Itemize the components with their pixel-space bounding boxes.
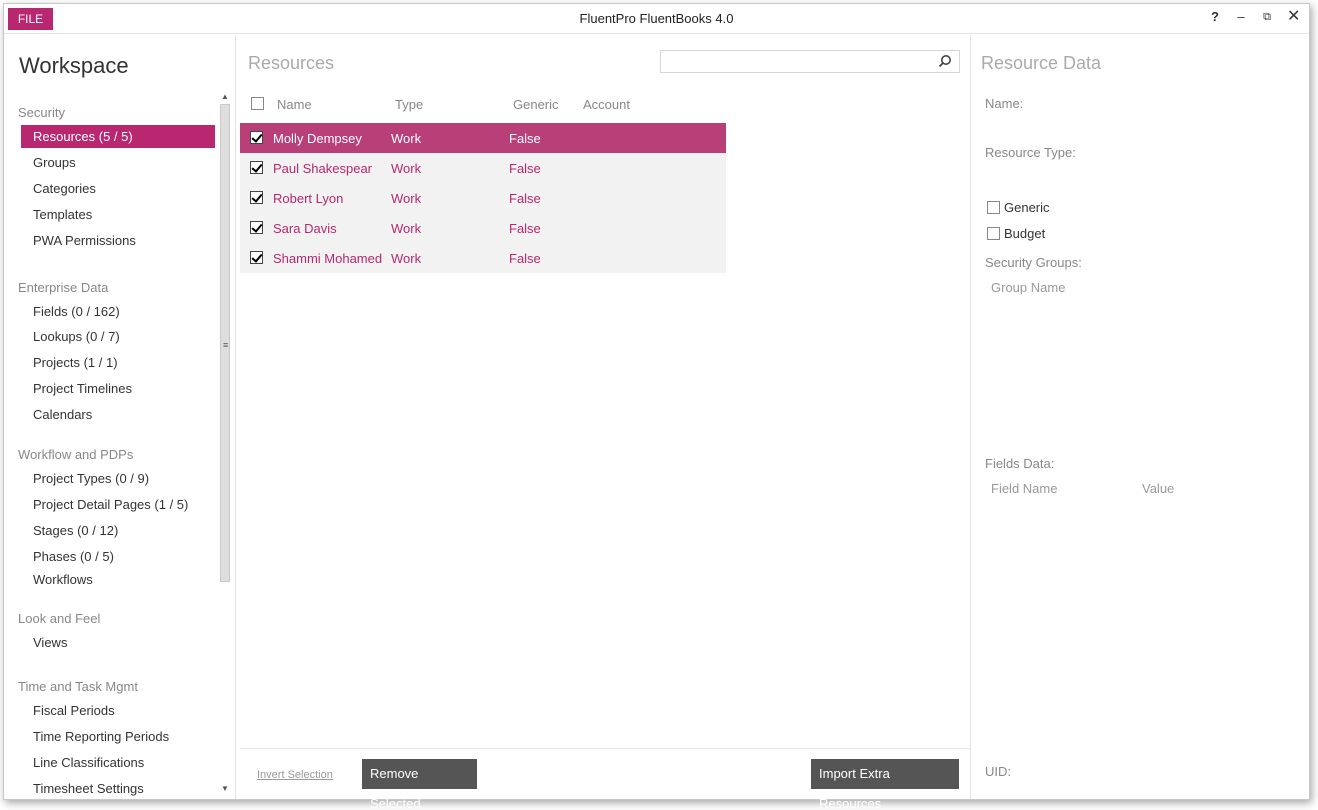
section-heading-look-and-feel: Look and Feel (18, 611, 101, 626)
grid-header: Name Type Generic Account (237, 93, 970, 115)
sidebar-item-groups[interactable]: Groups (21, 151, 215, 174)
field-name-column[interactable]: Field Name (991, 481, 1057, 496)
row-checkbox[interactable] (250, 251, 263, 264)
resources-panel: Resources Name Type Generic Account Moll… (237, 35, 970, 810)
table-row[interactable]: Molly Dempsey Work False (240, 123, 726, 153)
cell-type: Work (391, 191, 422, 206)
cell-generic: False (509, 251, 541, 266)
row-checkbox[interactable] (250, 191, 263, 204)
cell-type: Work (391, 161, 422, 176)
cell-name: Robert Lyon (273, 191, 344, 206)
resource-type-label: Resource Type: (985, 145, 1076, 160)
section-heading-workflow: Workflow and PDPs (18, 447, 134, 462)
sidebar-item-fiscal-periods[interactable]: Fiscal Periods (21, 699, 215, 722)
sidebar-item-project-detail-pages[interactable]: Project Detail Pages (1 / 5) (21, 493, 215, 516)
cell-type: Work (391, 221, 422, 236)
budget-label: Budget (1004, 226, 1046, 241)
close-icon[interactable]: ✕ (1287, 9, 1300, 25)
scroll-down-arrow-icon[interactable]: ▼ (221, 784, 229, 793)
row-checkbox[interactable] (250, 131, 263, 144)
resources-title: Resources (248, 53, 335, 73)
scroll-thumb[interactable]: ≡ (220, 104, 230, 582)
select-all-checkbox[interactable] (251, 97, 264, 110)
sidebar-scrollbar[interactable]: ▲ ≡ ▼ (218, 90, 232, 800)
sidebar-item-time-reporting-periods[interactable]: Time Reporting Periods (21, 725, 215, 748)
sidebar-item-resources[interactable]: Resources (5 / 5) (21, 125, 215, 148)
cell-generic: False (509, 191, 541, 206)
sidebar-item-phases[interactable]: Phases (0 / 5) (21, 545, 215, 568)
sidebar-item-project-types[interactable]: Project Types (0 / 9) (21, 467, 215, 490)
minimize-icon[interactable]: – (1235, 10, 1247, 24)
fields-data-label: Fields Data: (985, 456, 1055, 471)
help-icon[interactable]: ? (1209, 10, 1221, 24)
name-label: Name: (985, 96, 1024, 111)
resource-data-panel: Resource Data Name: Resource Type: Gener… (970, 35, 1309, 799)
budget-checkbox[interactable] (987, 227, 1000, 240)
cell-name: Shammi Mohamed (273, 251, 383, 266)
column-type[interactable]: Type (395, 97, 423, 112)
section-heading-time-task: Time and Task Mgmt (18, 679, 138, 694)
sidebar-item-views[interactable]: Views (21, 631, 215, 654)
cell-name: Molly Dempsey (273, 131, 362, 146)
table-row[interactable]: Paul Shakespear Work False (240, 153, 726, 183)
generic-label: Generic (1004, 200, 1050, 215)
window-controls: ? – ⧉ ✕ (1209, 9, 1300, 25)
restore-icon[interactable]: ⧉ (1261, 10, 1273, 24)
sidebar-item-pwa-permissions[interactable]: PWA Permissions (21, 229, 215, 252)
remove-selected-button[interactable]: Remove Selected (362, 759, 477, 810)
search-icon[interactable] (938, 54, 952, 68)
scroll-grip-icon: ≡ (223, 340, 229, 350)
row-checkbox[interactable] (250, 221, 263, 234)
sidebar-item-fields[interactable]: Fields (0 / 162) (21, 300, 215, 323)
cell-type: Work (391, 251, 422, 266)
workspace-sidebar: Workspace Security Resources (5 / 5) Gro… (4, 35, 236, 799)
sidebar-item-categories[interactable]: Categories (21, 177, 215, 200)
sidebar-item-stages[interactable]: Stages (0 / 12) (21, 519, 215, 542)
section-heading-enterprise-data: Enterprise Data (18, 280, 109, 295)
cell-generic: False (509, 131, 541, 146)
invert-selection-link[interactable]: Invert Selection (257, 769, 333, 781)
import-extra-resources-button[interactable]: Import Extra Resources (811, 759, 959, 810)
sidebar-item-calendars[interactable]: Calendars (21, 403, 215, 426)
column-generic[interactable]: Generic (513, 97, 559, 112)
generic-checkbox[interactable] (987, 201, 1000, 214)
table-row[interactable]: Robert Lyon Work False (240, 183, 726, 213)
column-account[interactable]: Account (583, 97, 630, 112)
cell-generic: False (509, 161, 541, 176)
cell-name: Sara Davis (273, 221, 337, 236)
cell-type: Work (391, 131, 422, 146)
row-checkbox[interactable] (250, 161, 263, 174)
resource-data-title: Resource Data (981, 53, 1102, 73)
group-name-column[interactable]: Group Name (991, 280, 1065, 295)
sidebar-item-lookups[interactable]: Lookups (0 / 7) (21, 325, 215, 348)
sidebar-item-templates[interactable]: Templates (21, 203, 215, 226)
column-name[interactable]: Name (277, 97, 312, 112)
security-groups-label: Security Groups: (985, 255, 1082, 270)
sidebar-item-project-timelines[interactable]: Project Timelines (21, 377, 215, 400)
section-heading-security: Security (18, 105, 65, 120)
search-input[interactable] (660, 50, 960, 73)
cell-generic: False (509, 221, 541, 236)
app-title: FluentPro FluentBooks 4.0 (579, 11, 734, 26)
scroll-up-arrow-icon[interactable]: ▲ (221, 92, 229, 101)
sidebar-item-timesheet-settings[interactable]: Timesheet Settings (21, 777, 215, 800)
sidebar-item-line-classifications[interactable]: Line Classifications (21, 751, 215, 774)
title-bar: FILE FluentPro FluentBooks 4.0 ? – ⧉ ✕ (4, 4, 1309, 34)
action-bar: Invert Selection Remove Selected Import … (240, 748, 970, 810)
workspace-title: Workspace (19, 53, 129, 78)
sidebar-item-projects[interactable]: Projects (1 / 1) (21, 351, 215, 374)
sidebar-item-workflows[interactable]: Workflows (21, 568, 215, 591)
cell-name: Paul Shakespear (273, 161, 373, 176)
uid-label: UID: (985, 764, 1011, 779)
table-row[interactable]: Shammi Mohamed Work False (240, 243, 726, 273)
table-row[interactable]: Sara Davis Work False (240, 213, 726, 243)
app-window: FILE FluentPro FluentBooks 4.0 ? – ⧉ ✕ W… (3, 3, 1310, 810)
value-column[interactable]: Value (1142, 481, 1174, 496)
